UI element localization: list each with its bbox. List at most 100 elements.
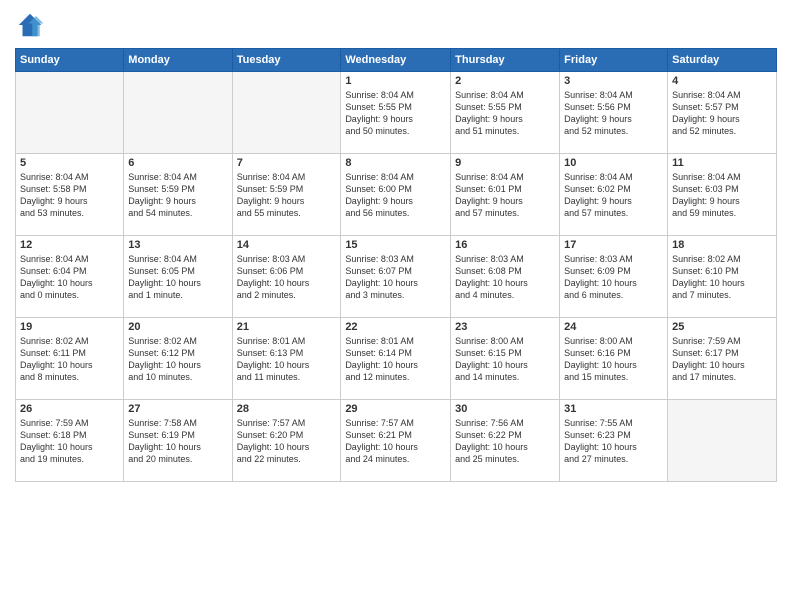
weekday-header-saturday: Saturday	[668, 49, 777, 72]
day-number: 24	[564, 321, 663, 333]
calendar-cell	[668, 400, 777, 482]
day-info: Sunrise: 7:55 AM Sunset: 6:23 PM Dayligh…	[564, 417, 663, 466]
calendar-cell: 17 Sunrise: 8:03 AM Sunset: 6:09 PM Dayli…	[560, 236, 668, 318]
day-number: 17	[564, 239, 663, 251]
weekday-header-sunday: Sunday	[16, 49, 124, 72]
calendar-cell	[232, 72, 341, 154]
day-number: 27	[128, 403, 227, 415]
logo	[15, 10, 49, 40]
page: SundayMondayTuesdayWednesdayThursdayFrid…	[0, 0, 792, 612]
calendar-cell: 23 Sunrise: 8:00 AM Sunset: 6:15 PM Dayli…	[451, 318, 560, 400]
day-number: 28	[237, 403, 337, 415]
calendar-cell: 2 Sunrise: 8:04 AM Sunset: 5:55 PM Daylig…	[451, 72, 560, 154]
day-info: Sunrise: 8:01 AM Sunset: 6:13 PM Dayligh…	[237, 335, 337, 384]
day-number: 23	[455, 321, 555, 333]
day-number: 14	[237, 239, 337, 251]
day-number: 19	[20, 321, 119, 333]
day-number: 9	[455, 157, 555, 169]
calendar-cell: 14 Sunrise: 8:03 AM Sunset: 6:06 PM Dayli…	[232, 236, 341, 318]
day-number: 8	[345, 157, 446, 169]
weekday-header-thursday: Thursday	[451, 49, 560, 72]
day-info: Sunrise: 8:04 AM Sunset: 6:01 PM Dayligh…	[455, 171, 555, 220]
day-info: Sunrise: 8:04 AM Sunset: 6:00 PM Dayligh…	[345, 171, 446, 220]
day-info: Sunrise: 8:04 AM Sunset: 6:05 PM Dayligh…	[128, 253, 227, 302]
day-number: 3	[564, 75, 663, 87]
day-info: Sunrise: 8:04 AM Sunset: 5:58 PM Dayligh…	[20, 171, 119, 220]
calendar-cell	[16, 72, 124, 154]
day-info: Sunrise: 8:01 AM Sunset: 6:14 PM Dayligh…	[345, 335, 446, 384]
day-info: Sunrise: 8:04 AM Sunset: 5:55 PM Dayligh…	[345, 89, 446, 138]
calendar-cell: 3 Sunrise: 8:04 AM Sunset: 5:56 PM Daylig…	[560, 72, 668, 154]
day-info: Sunrise: 8:04 AM Sunset: 5:56 PM Dayligh…	[564, 89, 663, 138]
calendar-cell: 7 Sunrise: 8:04 AM Sunset: 5:59 PM Daylig…	[232, 154, 341, 236]
day-info: Sunrise: 7:59 AM Sunset: 6:17 PM Dayligh…	[672, 335, 772, 384]
day-info: Sunrise: 8:04 AM Sunset: 5:59 PM Dayligh…	[237, 171, 337, 220]
day-number: 26	[20, 403, 119, 415]
day-info: Sunrise: 8:04 AM Sunset: 5:57 PM Dayligh…	[672, 89, 772, 138]
calendar-cell: 31Sunrise: 7:55 AM Sunset: 6:23 PM Dayli…	[560, 400, 668, 482]
calendar-cell: 11Sunrise: 8:04 AM Sunset: 6:03 PM Dayli…	[668, 154, 777, 236]
day-number: 21	[237, 321, 337, 333]
calendar-cell: 1Sunrise: 8:04 AM Sunset: 5:55 PM Daylig…	[341, 72, 451, 154]
day-number: 5	[20, 157, 119, 169]
day-number: 13	[128, 239, 227, 251]
calendar-week-3: 12 Sunrise: 8:04 AM Sunset: 6:04 PM Dayli…	[16, 236, 777, 318]
calendar-week-2: 5 Sunrise: 8:04 AM Sunset: 5:58 PM Daylig…	[16, 154, 777, 236]
day-info: Sunrise: 7:58 AM Sunset: 6:19 PM Dayligh…	[128, 417, 227, 466]
day-info: Sunrise: 8:04 AM Sunset: 6:03 PM Dayligh…	[672, 171, 772, 220]
calendar-cell: 19 Sunrise: 8:02 AM Sunset: 6:11 PM Dayli…	[16, 318, 124, 400]
calendar-cell: 27 Sunrise: 7:58 AM Sunset: 6:19 PM Dayli…	[124, 400, 232, 482]
logo-icon	[15, 10, 45, 40]
day-number: 25	[672, 321, 772, 333]
weekday-header-monday: Monday	[124, 49, 232, 72]
calendar-week-4: 19 Sunrise: 8:02 AM Sunset: 6:11 PM Dayli…	[16, 318, 777, 400]
day-info: Sunrise: 8:00 AM Sunset: 6:15 PM Dayligh…	[455, 335, 555, 384]
day-info: Sunrise: 8:03 AM Sunset: 6:07 PM Dayligh…	[345, 253, 446, 302]
calendar-cell: 6 Sunrise: 8:04 AM Sunset: 5:59 PM Daylig…	[124, 154, 232, 236]
calendar-cell: 20Sunrise: 8:02 AM Sunset: 6:12 PM Dayli…	[124, 318, 232, 400]
day-info: Sunrise: 8:03 AM Sunset: 6:09 PM Dayligh…	[564, 253, 663, 302]
day-number: 6	[128, 157, 227, 169]
calendar-cell: 22 Sunrise: 8:01 AM Sunset: 6:14 PM Dayli…	[341, 318, 451, 400]
day-info: Sunrise: 8:03 AM Sunset: 6:06 PM Dayligh…	[237, 253, 337, 302]
day-info: Sunrise: 8:04 AM Sunset: 6:04 PM Dayligh…	[20, 253, 119, 302]
calendar-cell: 30 Sunrise: 7:56 AM Sunset: 6:22 PM Dayli…	[451, 400, 560, 482]
header	[15, 10, 777, 40]
calendar-cell: 26 Sunrise: 7:59 AM Sunset: 6:18 PM Dayli…	[16, 400, 124, 482]
day-info: Sunrise: 8:04 AM Sunset: 5:55 PM Dayligh…	[455, 89, 555, 138]
calendar-cell: 24Sunrise: 8:00 AM Sunset: 6:16 PM Dayli…	[560, 318, 668, 400]
day-number: 18	[672, 239, 772, 251]
day-info: Sunrise: 7:57 AM Sunset: 6:20 PM Dayligh…	[237, 417, 337, 466]
weekday-header-friday: Friday	[560, 49, 668, 72]
day-info: Sunrise: 8:02 AM Sunset: 6:10 PM Dayligh…	[672, 253, 772, 302]
calendar-cell: 10Sunrise: 8:04 AM Sunset: 6:02 PM Dayli…	[560, 154, 668, 236]
day-info: Sunrise: 7:56 AM Sunset: 6:22 PM Dayligh…	[455, 417, 555, 466]
day-info: Sunrise: 7:57 AM Sunset: 6:21 PM Dayligh…	[345, 417, 446, 466]
calendar-cell: 13 Sunrise: 8:04 AM Sunset: 6:05 PM Dayli…	[124, 236, 232, 318]
calendar-cell: 21 Sunrise: 8:01 AM Sunset: 6:13 PM Dayli…	[232, 318, 341, 400]
weekday-header-tuesday: Tuesday	[232, 49, 341, 72]
day-number: 7	[237, 157, 337, 169]
day-info: Sunrise: 8:02 AM Sunset: 6:11 PM Dayligh…	[20, 335, 119, 384]
day-number: 15	[345, 239, 446, 251]
day-number: 16	[455, 239, 555, 251]
day-number: 10	[564, 157, 663, 169]
day-number: 2	[455, 75, 555, 87]
calendar-cell: 15 Sunrise: 8:03 AM Sunset: 6:07 PM Dayli…	[341, 236, 451, 318]
day-info: Sunrise: 8:03 AM Sunset: 6:08 PM Dayligh…	[455, 253, 555, 302]
day-number: 12	[20, 239, 119, 251]
calendar-cell: 5 Sunrise: 8:04 AM Sunset: 5:58 PM Daylig…	[16, 154, 124, 236]
day-number: 30	[455, 403, 555, 415]
day-number: 29	[345, 403, 446, 415]
calendar-week-5: 26 Sunrise: 7:59 AM Sunset: 6:18 PM Dayli…	[16, 400, 777, 482]
day-info: Sunrise: 8:04 AM Sunset: 5:59 PM Dayligh…	[128, 171, 227, 220]
weekday-header-row: SundayMondayTuesdayWednesdayThursdayFrid…	[16, 49, 777, 72]
day-info: Sunrise: 7:59 AM Sunset: 6:18 PM Dayligh…	[20, 417, 119, 466]
calendar-cell: 12 Sunrise: 8:04 AM Sunset: 6:04 PM Dayli…	[16, 236, 124, 318]
day-number: 4	[672, 75, 772, 87]
calendar-cell: 4 Sunrise: 8:04 AM Sunset: 5:57 PM Daylig…	[668, 72, 777, 154]
calendar-cell: 25 Sunrise: 7:59 AM Sunset: 6:17 PM Dayli…	[668, 318, 777, 400]
day-number: 22	[345, 321, 446, 333]
calendar-week-1: 1Sunrise: 8:04 AM Sunset: 5:55 PM Daylig…	[16, 72, 777, 154]
calendar-cell: 18 Sunrise: 8:02 AM Sunset: 6:10 PM Dayli…	[668, 236, 777, 318]
